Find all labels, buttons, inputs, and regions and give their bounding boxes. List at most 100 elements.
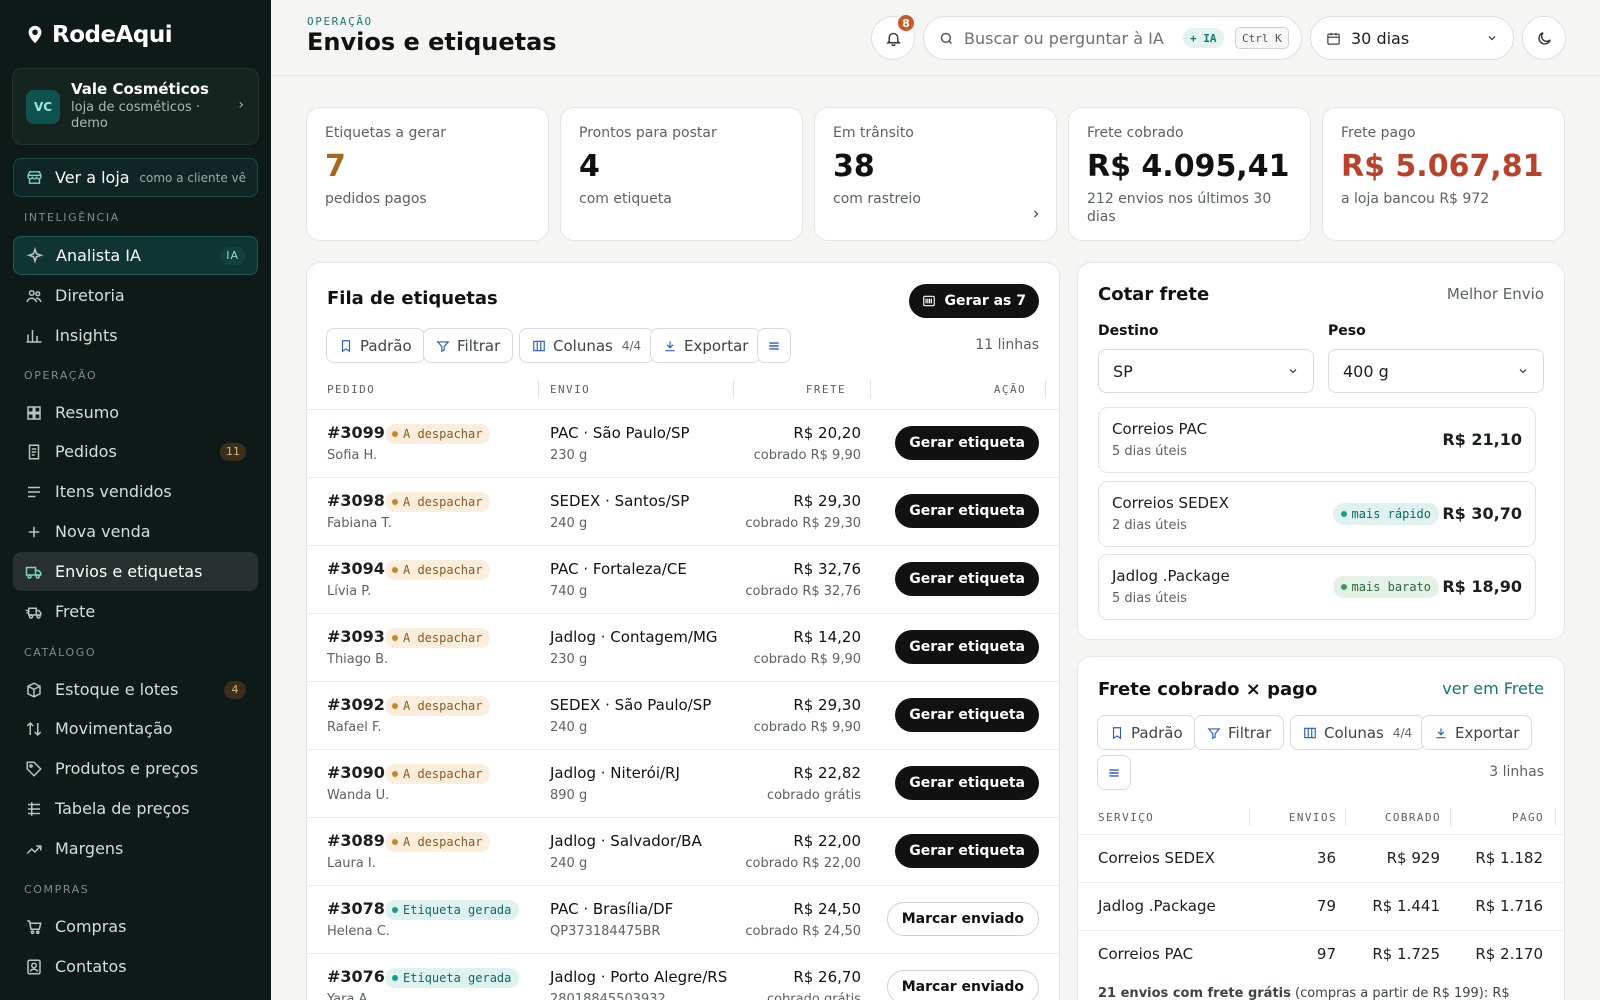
order-id[interactable]: #3089 [327,831,385,850]
columns-button[interactable]: Colunas 4/4 [519,328,655,363]
sidebar-item-envios[interactable]: Envios e etiquetas [13,552,258,591]
sidebar-item-nova-venda[interactable]: Nova venda [13,512,258,551]
generate-label-button[interactable]: Gerar etiqueta [895,426,1039,460]
col-divider[interactable] [538,380,539,398]
kpi-in-transit[interactable]: Em trânsito 38 com rastreio [814,107,1057,241]
table-row[interactable]: #3076 Etiqueta gerada Yara A. Jadlog · Port… [307,953,1059,1000]
generate-label-button[interactable]: Gerar etiqueta [895,766,1039,800]
col-divider[interactable] [870,380,871,398]
columns-icon [1304,727,1316,738]
mark-shipped-button[interactable]: Marcar enviado [886,970,1039,1000]
generate-label-button[interactable]: Gerar etiqueta [895,494,1039,528]
col-divider[interactable] [1249,808,1250,826]
col-divider[interactable] [1045,380,1046,398]
status-badge: A despachar [385,628,491,648]
destination-select[interactable]: SP [1098,349,1314,393]
generate-label-button[interactable]: Gerar etiqueta [895,698,1039,732]
table-row[interactable]: #3092 A despachar Rafael F. SEDEX · São Pau… [307,681,1059,749]
filter-button[interactable]: Filtrar [1194,715,1285,750]
sidebar-item-produtos[interactable]: Produtos e preços [13,749,258,788]
quote-option[interactable]: Correios SEDEX 2 dias úteis mais rápido … [1098,481,1536,547]
order-id[interactable]: #3076 [327,967,385,986]
shipments-count: 36 [1316,849,1336,867]
theme-toggle-button[interactable] [1522,16,1566,60]
col-header-charged[interactable]: COBRADO [1385,811,1441,824]
notifications-button[interactable]: 8 [871,13,916,60]
preset-button[interactable]: Padrão [326,328,425,363]
brand-logo[interactable]: RodeAqui [24,22,173,48]
kpi-freight-charged: Frete cobrado R$ 4.095,41 212 envios nos… [1068,107,1311,241]
order-id[interactable]: #3090 [327,763,385,782]
columns-button[interactable]: Colunas 4/4 [1290,715,1426,750]
period-select[interactable]: 30 dias [1310,16,1514,60]
view-store-label: Ver a loja [55,168,130,187]
store-switcher[interactable]: VC Vale Cosméticos loja de cosméticos · … [12,68,259,145]
search-input[interactable]: Buscar ou perguntar à IA + IA Ctrl K [923,16,1302,60]
table-row[interactable]: #3093 A despachar Thiago B. Jadlog · Contag… [307,613,1059,681]
freight-quote-card: Cotar frete Melhor Envio Destino SP Peso… [1077,262,1565,640]
quote-option[interactable]: Correios PAC 5 dias úteis R$ 21,10 [1098,407,1536,473]
table-row[interactable]: #3094 A despachar Lívia P. PAC · Fortaleza/… [307,545,1059,613]
view-store-button[interactable]: Ver a loja como a cliente vê [13,158,258,197]
sidebar-item-estoque[interactable]: Estoque e lotes 4 [13,670,258,709]
table-row[interactable]: #3078 Etiqueta gerada Helena C. PAC · Brasí… [307,885,1059,953]
order-id[interactable]: #3094 [327,559,385,578]
quote-option-days: 2 dias úteis [1112,518,1187,533]
shipping-service: Jadlog · Salvador/BA [550,832,702,850]
sidebar-item-pedidos[interactable]: Pedidos 11 [13,432,258,471]
charged-value: cobrado R$ 9,90 [753,720,861,735]
preset-button[interactable]: Padrão [1097,715,1196,750]
status-label: A despachar [403,631,483,645]
col-header-paid[interactable]: PAGO [1512,811,1544,824]
sidebar-item-insights[interactable]: Insights [13,316,258,355]
export-button[interactable]: Exportar [1421,715,1533,750]
order-id[interactable]: #3098 [327,491,385,510]
sidebar-item-contatos[interactable]: Contatos [13,947,258,986]
order-id[interactable]: #3099 [327,423,385,442]
col-divider[interactable] [1450,808,1451,826]
table-row[interactable]: Jadlog .Package 79 R$ 1.441 R$ 1.716 [1078,882,1563,930]
col-header-shipments[interactable]: ENVIOS [1289,811,1337,824]
sidebar-item-frete[interactable]: Frete [13,592,258,631]
table-row[interactable]: #3090 A despachar Wanda U. Jadlog · Niterói… [307,749,1059,817]
sidebar-item-resumo[interactable]: Resumo [13,393,258,432]
col-divider[interactable] [1555,808,1556,826]
sidebar-item-analista-ia[interactable]: Analista IA IA [13,236,258,275]
sidebar-item-diretoria[interactable]: Diretoria [13,276,258,315]
quote-option[interactable]: Jadlog .Package 5 dias úteis mais barato… [1098,554,1536,620]
col-divider[interactable] [733,380,734,398]
generate-label-button[interactable]: Gerar etiqueta [895,562,1039,596]
sidebar-item-itens-vendidos[interactable]: Itens vendidos [13,472,258,511]
density-button[interactable] [757,328,791,363]
filter-button[interactable]: Filtrar [423,328,514,363]
col-divider[interactable] [1345,808,1346,826]
order-id[interactable]: #3078 [327,899,385,918]
mark-shipped-button[interactable]: Marcar enviado [886,902,1039,936]
generate-label-button[interactable]: Gerar etiqueta [895,630,1039,664]
status-badge: A despachar [385,832,491,852]
col-header-freight[interactable]: FRETE [806,383,846,396]
sidebar-item-compras[interactable]: Compras [13,907,258,946]
col-header-service[interactable]: SERVIÇO [1098,811,1154,824]
density-button[interactable] [1097,755,1131,790]
export-button[interactable]: Exportar [650,328,762,363]
page-eyebrow: OPERAÇÃO [307,15,373,28]
table-row[interactable]: #3099 A despachar Sofia H. PAC · São Paulo/… [307,409,1059,477]
sidebar-item-tabela-precos[interactable]: Tabela de preços [13,789,258,828]
table-row[interactable]: Correios PAC 97 R$ 1.725 R$ 2.170 [1078,930,1563,978]
table-row[interactable]: Correios SEDEX 36 R$ 929 R$ 1.182 [1078,834,1563,882]
table-row[interactable]: #3098 A despachar Fabiana T. SEDEX · Santos… [307,477,1059,545]
generate-label-button[interactable]: Gerar etiqueta [895,834,1039,868]
order-id[interactable]: #3092 [327,695,385,714]
order-id[interactable]: #3093 [327,627,385,646]
weight-select[interactable]: 400 g [1328,349,1544,393]
col-header-order[interactable]: PEDIDO [327,383,375,396]
sidebar-item-margens[interactable]: Margens [13,829,258,868]
generate-all-button[interactable]: Gerar as 7 [909,284,1039,318]
sidebar-item-movimentacao[interactable]: Movimentação [13,709,258,748]
sidebar-item-label: Nova venda [55,522,151,541]
col-header-shipping[interactable]: ENVIO [550,383,590,396]
table-row[interactable]: #3089 A despachar Laura I. Jadlog · Salvado… [307,817,1059,885]
view-freight-link[interactable]: ver em Frete [1442,679,1544,698]
col-header-action[interactable]: AÇÃO [994,383,1026,396]
